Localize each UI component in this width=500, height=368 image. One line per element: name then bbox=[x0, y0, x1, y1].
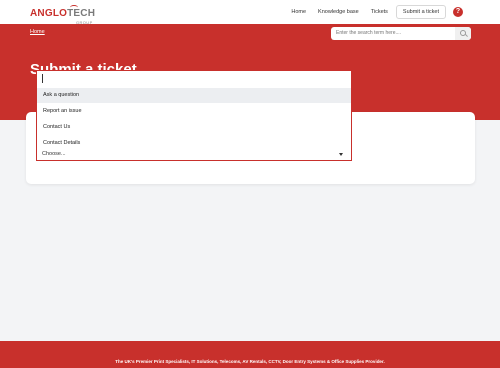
help-icon[interactable]: ? bbox=[453, 7, 463, 17]
option-report-issue[interactable]: Report an issue bbox=[37, 104, 351, 119]
search-input[interactable] bbox=[336, 27, 456, 40]
text-cursor bbox=[42, 74, 43, 83]
site-header: ANGLOTECH GROUP Home Knowledge base Tick… bbox=[0, 0, 500, 25]
select-value: Choose... bbox=[42, 151, 66, 157]
option-contact-us[interactable]: Contact Us bbox=[37, 120, 351, 135]
logo-text-anglo: ANGLO bbox=[30, 8, 68, 19]
nav-tickets[interactable]: Tickets bbox=[365, 5, 394, 19]
nav-knowledge-base[interactable]: Knowledge base bbox=[312, 5, 365, 19]
main-nav: Home Knowledge base Tickets Submit a tic… bbox=[285, 5, 466, 19]
ticket-type-select[interactable]: Choose... bbox=[36, 147, 352, 161]
search-box bbox=[331, 27, 471, 40]
logo-swoosh-icon bbox=[70, 5, 78, 10]
search-button[interactable] bbox=[455, 27, 471, 40]
dropdown-search-input[interactable] bbox=[37, 71, 351, 88]
breadcrumb-home[interactable]: Home bbox=[30, 29, 45, 35]
nav-submit-ticket-button[interactable]: Submit a ticket bbox=[395, 5, 446, 19]
site-footer: The UK's Premier Print Specialists, IT S… bbox=[0, 341, 500, 368]
option-ask-question[interactable]: Ask a question bbox=[37, 88, 351, 103]
nav-home[interactable]: Home bbox=[285, 5, 312, 19]
option-contact-details[interactable]: Contact Details bbox=[37, 136, 351, 148]
footer-tagline: The UK's Premier Print Specialists, IT S… bbox=[115, 359, 385, 364]
caret-down-icon bbox=[339, 153, 343, 156]
ticket-type-dropdown: Ask a question Report an issue Contact U… bbox=[36, 70, 352, 148]
